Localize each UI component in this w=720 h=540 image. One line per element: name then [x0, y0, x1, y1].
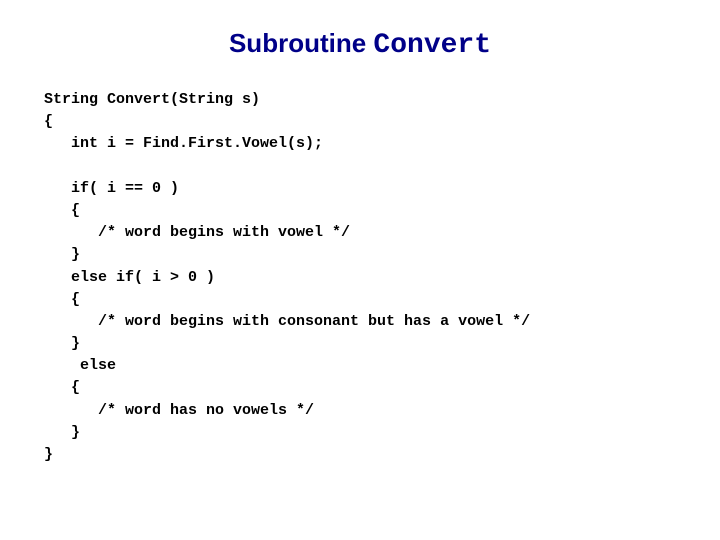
- code-line: }: [44, 246, 80, 263]
- code-line: /* word begins with consonant but has a …: [44, 313, 530, 330]
- code-line: if( i == 0 ): [44, 180, 179, 197]
- code-line: {: [44, 113, 53, 130]
- code-line: }: [44, 424, 80, 441]
- code-line: }: [44, 446, 53, 463]
- title-mono: Convert: [373, 30, 491, 61]
- code-line: }: [44, 335, 80, 352]
- slide-title: Subroutine Convert: [0, 0, 720, 61]
- code-line: String Convert(String s): [44, 91, 260, 108]
- code-line: /* word has no vowels */: [44, 402, 314, 419]
- code-line: {: [44, 202, 80, 219]
- code-block: String Convert(String s) { int i = Find.…: [44, 89, 720, 466]
- code-line: else: [44, 357, 116, 374]
- code-line: /* word begins with vowel */: [44, 224, 350, 241]
- code-line: int i = Find.First.Vowel(s);: [44, 135, 323, 152]
- code-line: {: [44, 291, 80, 308]
- title-prefix: Subroutine: [229, 28, 373, 58]
- code-line: {: [44, 379, 80, 396]
- slide: Subroutine Convert String Convert(String…: [0, 0, 720, 540]
- code-line: else if( i > 0 ): [44, 269, 215, 286]
